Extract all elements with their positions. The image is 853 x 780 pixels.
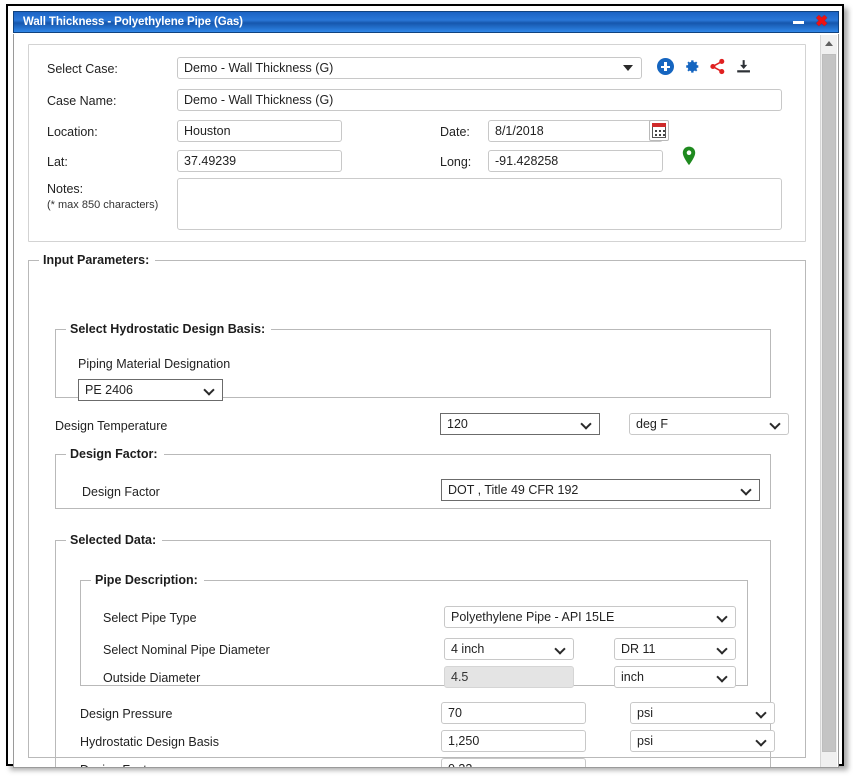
selected-design-factor-label: Design Factor xyxy=(80,763,158,767)
vertical-scrollbar[interactable] xyxy=(820,35,837,767)
pipe-type-label: Select Pipe Type xyxy=(103,611,197,625)
selected-data-legend: Selected Data: xyxy=(70,533,157,547)
window-buttons: ✖ xyxy=(793,14,838,29)
window-client-area: Select Case: Demo - Wall Thickness (G) C… xyxy=(13,34,839,768)
notes-textarea[interactable] xyxy=(177,178,782,230)
outside-diameter-unit: inch xyxy=(621,670,644,684)
select-case-label: Select Case: xyxy=(47,62,118,76)
location-input[interactable] xyxy=(177,120,342,142)
calendar-icon[interactable] xyxy=(649,120,669,141)
settings-gear-icon[interactable] xyxy=(683,58,700,75)
date-label: Date: xyxy=(440,125,470,139)
outside-diameter-unit-dropdown[interactable]: inch xyxy=(614,666,736,688)
nominal-diameter-dropdown[interactable]: 4 inch xyxy=(444,638,574,660)
notes-label: Notes: xyxy=(47,182,84,196)
latitude-input[interactable] xyxy=(177,150,342,172)
chevron-down-icon xyxy=(581,418,593,430)
pipe-type-value: Polyethylene Pipe - API 15LE xyxy=(451,610,615,624)
outside-diameter-label: Outside Diameter xyxy=(103,671,201,685)
design-temperature-value: 120 xyxy=(447,417,468,431)
design-temperature-unit: deg F xyxy=(636,417,668,431)
scroll-pane: Select Case: Demo - Wall Thickness (G) C… xyxy=(14,34,822,767)
design-temperature-label: Design Temperature xyxy=(55,419,168,433)
title-bar: Wall Thickness - Polyethylene Pipe (Gas)… xyxy=(13,11,839,33)
input-parameters-legend: Input Parameters: xyxy=(43,253,150,267)
case-name-input[interactable] xyxy=(177,89,782,111)
close-button[interactable]: ✖ xyxy=(815,14,828,29)
location-label: Location: xyxy=(47,125,98,139)
chevron-down-icon xyxy=(756,707,768,719)
design-temperature-dropdown[interactable]: 120 xyxy=(440,413,600,435)
add-case-icon[interactable] xyxy=(657,58,674,75)
long-label: Long: xyxy=(440,155,472,169)
case-name-label: Case Name: xyxy=(47,94,117,108)
dr-ratio-dropdown[interactable]: DR 11 xyxy=(614,638,736,660)
design-pressure-unit: psi xyxy=(637,706,653,720)
lat-label: Lat: xyxy=(47,155,68,169)
nominal-diameter-label: Select Nominal Pipe Diameter xyxy=(103,643,270,657)
design-factor-dropdown[interactable]: DOT , Title 49 CFR 192 xyxy=(441,479,760,501)
hydrostatic-design-basis-unit-dropdown[interactable]: psi xyxy=(630,730,775,752)
hydrostatic-design-basis-legend: Select Hydrostatic Design Basis: xyxy=(70,322,266,336)
share-icon[interactable] xyxy=(709,58,726,75)
window-title: Wall Thickness - Polyethylene Pipe (Gas) xyxy=(23,16,243,28)
hydrostatic-design-basis-group: Select Hydrostatic Design Basis: Piping … xyxy=(55,322,771,401)
design-temperature-unit-dropdown[interactable]: deg F xyxy=(629,413,789,435)
case-toolbar xyxy=(657,58,752,75)
piping-material-value: PE 2406 xyxy=(85,383,133,397)
application-window: Wall Thickness - Polyethylene Pipe (Gas)… xyxy=(6,4,844,768)
selected-data-group: Selected Data: Pipe Description: Select … xyxy=(55,533,775,767)
case-information-panel: Select Case: Demo - Wall Thickness (G) C… xyxy=(28,44,806,242)
chevron-down-icon xyxy=(717,671,729,683)
pipe-type-dropdown[interactable]: Polyethylene Pipe - API 15LE xyxy=(444,606,736,628)
chevron-down-icon xyxy=(717,643,729,655)
pipe-description-legend: Pipe Description: xyxy=(95,573,198,587)
map-pin-icon[interactable] xyxy=(682,146,696,166)
scroll-thumb[interactable] xyxy=(822,54,836,752)
chevron-down-icon xyxy=(756,735,768,747)
chevron-down-icon xyxy=(204,384,216,396)
select-case-value: Demo - Wall Thickness (G) xyxy=(184,61,334,75)
chevron-down-icon xyxy=(717,611,729,623)
design-pressure-unit-dropdown[interactable]: psi xyxy=(630,702,775,724)
chevron-down-icon xyxy=(770,418,782,430)
piping-material-label: Piping Material Designation xyxy=(78,357,231,371)
design-factor-group: Design Factor: Design Factor DOT , Title… xyxy=(55,447,771,509)
design-factor-legend: Design Factor: xyxy=(70,447,158,461)
chevron-down-icon xyxy=(623,62,635,74)
selected-design-factor-input[interactable] xyxy=(441,758,586,767)
input-parameters-group: Input Parameters: Select Hydrostatic Des… xyxy=(28,253,806,767)
hydrostatic-design-basis-unit: psi xyxy=(637,734,653,748)
download-icon[interactable] xyxy=(735,58,752,75)
hydrostatic-design-basis-input[interactable] xyxy=(441,730,586,752)
design-factor-row-label: Design Factor xyxy=(82,485,160,499)
hydrostatic-design-basis-label: Hydrostatic Design Basis xyxy=(80,735,219,749)
design-pressure-label: Design Pressure xyxy=(80,707,173,721)
notes-hint: (* max 850 characters) xyxy=(47,199,159,211)
nominal-diameter-value: 4 inch xyxy=(451,642,485,656)
date-input[interactable] xyxy=(488,120,663,142)
pipe-description-group: Pipe Description: Select Pipe Type Polye… xyxy=(80,573,748,688)
outside-diameter-input xyxy=(444,666,574,688)
chevron-down-icon xyxy=(741,484,753,496)
longitude-input[interactable] xyxy=(488,150,663,172)
design-factor-value: DOT , Title 49 CFR 192 xyxy=(448,483,579,497)
scroll-up-arrow-icon[interactable] xyxy=(821,35,837,52)
design-pressure-input[interactable] xyxy=(441,702,586,724)
piping-material-dropdown[interactable]: PE 2406 xyxy=(78,379,223,401)
minimize-button[interactable] xyxy=(793,20,805,24)
dr-ratio-value: DR 11 xyxy=(621,642,656,656)
select-case-dropdown[interactable]: Demo - Wall Thickness (G) xyxy=(177,57,642,79)
chevron-down-icon xyxy=(555,643,567,655)
